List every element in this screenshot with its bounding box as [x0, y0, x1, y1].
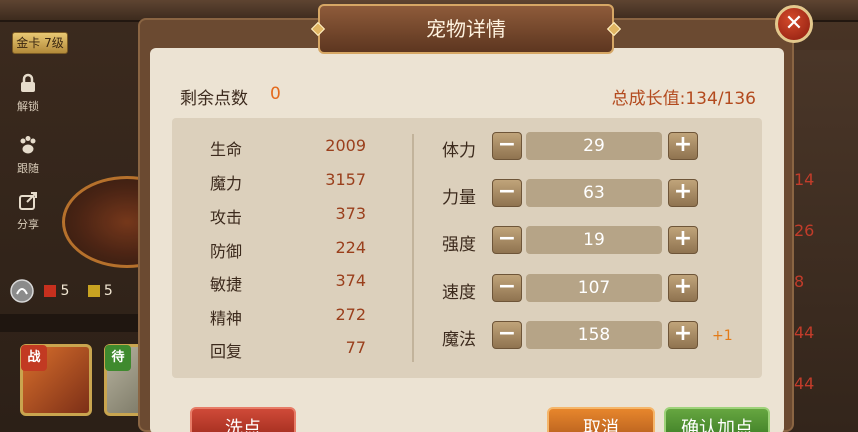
- right-number: 26: [794, 221, 815, 240]
- follow-label: 跟随: [17, 162, 39, 175]
- magic-value-field: 158: [526, 321, 662, 349]
- attr-name-strength: 力量: [442, 188, 476, 208]
- right-number: 14: [794, 170, 815, 189]
- stamina-plus-button[interactable]: +: [668, 132, 698, 160]
- dialog-title-plate: 宠物详情: [310, 4, 622, 54]
- speed-minus-button[interactable]: −: [492, 274, 522, 302]
- share-button[interactable]: 分享: [8, 190, 48, 240]
- stat-value-mp: 3157: [325, 170, 366, 189]
- strength-plus-button[interactable]: +: [668, 179, 698, 207]
- battle-tag: 战: [21, 345, 47, 371]
- attr-name-toughness: 强度: [442, 235, 476, 255]
- speed-value-field: 107: [526, 274, 662, 302]
- confirm-allocation-button[interactable]: 确认加点: [664, 407, 770, 432]
- stat-name-agility: 敏捷: [210, 275, 243, 294]
- attr-name-magic: 魔法: [442, 330, 476, 350]
- stamina-minus-button[interactable]: −: [492, 132, 522, 160]
- red-count: 5: [60, 283, 70, 299]
- stat-name-mp: 魔力: [210, 174, 243, 193]
- pet-detail-dialog: 剩余点数 0 总成长值:134/136 生命 2009 魔力 3157 攻击 3…: [138, 4, 794, 432]
- speed-plus-button[interactable]: +: [668, 274, 698, 302]
- stat-value-agility: 374: [335, 271, 366, 290]
- reset-points-button[interactable]: 洗点: [190, 407, 296, 432]
- right-number-column: 14 26 8 44 44: [794, 170, 814, 425]
- lock-icon: [21, 73, 35, 92]
- strength-value-field: 63: [526, 179, 662, 207]
- attr-name-speed: 速度: [442, 283, 476, 303]
- remaining-points-label: 剩余点数: [180, 89, 248, 109]
- close-button[interactable]: ✕: [775, 5, 813, 43]
- toughness-minus-button[interactable]: −: [492, 226, 522, 254]
- unlock-label: 解锁: [17, 100, 39, 113]
- stamina-value-field: 29: [526, 132, 662, 160]
- unlock-button[interactable]: 解锁: [8, 72, 48, 122]
- right-number: 8: [794, 272, 805, 291]
- stat-value-recovery: 77: [345, 338, 366, 357]
- dialog-body: 剩余点数 0 总成长值:134/136 生命 2009 魔力 3157 攻击 3…: [150, 48, 784, 432]
- strength-minus-button[interactable]: −: [492, 179, 522, 207]
- stat-name-attack: 攻击: [210, 208, 243, 227]
- stats-panel: 生命 2009 魔力 3157 攻击 373 防御 224 敏捷 374 精神 …: [172, 118, 762, 378]
- stat-name-hp: 生命: [210, 140, 243, 159]
- yellow-count: 5: [103, 283, 113, 299]
- attr-name-stamina: 体力: [442, 141, 476, 161]
- standby-tag: 待: [105, 345, 131, 371]
- follow-button[interactable]: 跟随: [8, 134, 48, 184]
- stat-name-spirit: 精神: [210, 309, 243, 328]
- magic-bonus: +1: [712, 328, 733, 344]
- toughness-value-field: 19: [526, 226, 662, 254]
- stat-value-spirit: 272: [335, 305, 366, 324]
- resource-counters: 5 5: [10, 279, 113, 305]
- red-gem-icon: [44, 285, 57, 297]
- right-number: 44: [794, 374, 815, 393]
- cancel-button[interactable]: 取消: [547, 407, 655, 432]
- bottom-divider: [0, 314, 150, 332]
- column-divider: [412, 134, 414, 362]
- pet-slot-battle[interactable]: 战: [20, 344, 92, 416]
- card-level-badge: 金卡 7级: [12, 32, 68, 54]
- stat-name-defense: 防御: [210, 242, 243, 261]
- total-growth: 总成长值:134/136: [611, 89, 756, 109]
- remaining-points-value: 0: [270, 84, 281, 104]
- share-icon: [19, 192, 37, 210]
- paw-icon: [20, 136, 36, 154]
- title-gem-right-icon: [606, 21, 622, 37]
- stat-name-recovery: 回复: [210, 342, 243, 361]
- right-number: 44: [794, 323, 815, 342]
- stat-value-attack: 373: [335, 204, 366, 223]
- toughness-plus-button[interactable]: +: [668, 226, 698, 254]
- dialog-title: 宠物详情: [426, 17, 506, 41]
- emblem-icon: [10, 279, 34, 303]
- title-gem-left-icon: [310, 21, 326, 37]
- share-label: 分享: [17, 218, 39, 231]
- magic-minus-button[interactable]: −: [492, 321, 522, 349]
- magic-plus-button[interactable]: +: [668, 321, 698, 349]
- stat-value-defense: 224: [335, 238, 366, 257]
- yellow-gem-icon: [87, 285, 100, 297]
- stat-value-hp: 2009: [325, 136, 366, 155]
